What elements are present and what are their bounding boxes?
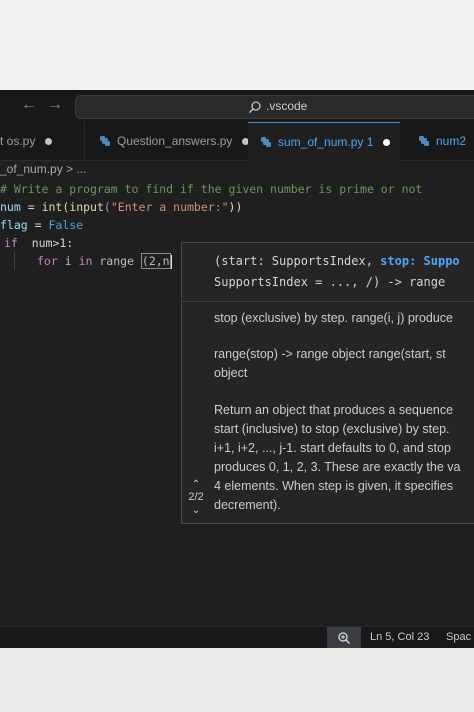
arrow-right-icon[interactable]: → xyxy=(47,96,63,114)
tab-bar: rt os.py Question_answers.py sum_of_num.… xyxy=(0,122,474,161)
tab-label: Question_answers.py xyxy=(117,134,233,148)
tab-label: rt os.py xyxy=(0,134,36,148)
title-bar: ← → .vscode xyxy=(0,90,474,122)
breadcrumb[interactable]: _of_num.py > ... xyxy=(0,161,86,179)
code-line-5: for i in range (2,n xyxy=(37,252,172,270)
token-paren: ( xyxy=(103,200,111,214)
token-keyword: if xyxy=(4,236,18,250)
zoom-icon xyxy=(338,632,350,644)
python-file-icon xyxy=(419,136,429,146)
token-var: num xyxy=(0,200,21,214)
active-parameter: stop: Suppo xyxy=(380,254,460,268)
command-center-search[interactable]: .vscode xyxy=(75,95,474,119)
zoom-button[interactable] xyxy=(327,627,361,648)
token-const: False xyxy=(48,218,84,232)
code-line-3: flag = False xyxy=(0,216,83,234)
command-center-label: .vscode xyxy=(266,99,308,113)
text-cursor xyxy=(170,254,172,269)
code-line-2: num = int(input("Enter a number:")) xyxy=(0,198,242,216)
tab-os-py[interactable]: rt os.py xyxy=(0,122,53,160)
python-file-icon xyxy=(100,136,110,146)
arrow-left-icon[interactable]: ← xyxy=(21,96,37,114)
code-line-4: if num>1: xyxy=(4,234,73,252)
signature-part: (start: SupportsIndex, xyxy=(214,254,381,268)
token-var: flag xyxy=(0,218,28,232)
doc-text: stop (exclusive) by step. range(i, j) pr… xyxy=(214,311,453,325)
overload-counter: 2/2 xyxy=(188,491,204,503)
unsaved-dot-icon xyxy=(383,138,391,146)
breadcrumb-separator: > xyxy=(66,161,74,176)
token-string: "Enter a number:" xyxy=(110,200,229,214)
indentation-setting[interactable]: Spac xyxy=(446,631,471,643)
editor-window: ← → .vscode rt os.py Question_answers.py xyxy=(0,90,474,648)
token-paren: )) xyxy=(228,200,243,214)
doc-text: Return an object that produces a sequenc… xyxy=(214,403,461,512)
search-icon xyxy=(249,101,261,113)
token-text: num>1: xyxy=(17,236,74,250)
bottom-margin xyxy=(0,648,474,712)
chevron-up-icon[interactable]: ⌃ xyxy=(182,479,210,490)
tab-label: sum_of_num.py 1 xyxy=(278,135,374,149)
overload-navigator: ⌃ 2/2 ⌄ xyxy=(182,479,210,516)
tab-sum-of-num-active[interactable]: sum_of_num.py 1 xyxy=(248,122,401,161)
token-keyword: for xyxy=(37,254,58,268)
python-file-icon xyxy=(261,137,271,147)
tab-question-answers[interactable]: Question_answers.py xyxy=(84,122,250,160)
signature-help-popup[interactable]: (start: SupportsIndex, stop: Suppo Suppo… xyxy=(181,242,474,524)
indent-guide xyxy=(14,252,15,270)
top-margin xyxy=(0,0,474,90)
status-bar: Ln 5, Col 23 Spac xyxy=(0,626,474,648)
token-keyword: in xyxy=(78,254,93,268)
tab-num2[interactable]: num2 xyxy=(418,122,466,160)
signature-text: (start: SupportsIndex, stop: Suppo Suppo… xyxy=(214,251,460,293)
token-func: int xyxy=(41,200,63,214)
breadcrumb-file[interactable]: _of_num.py xyxy=(0,162,63,176)
token-args: (2,n xyxy=(140,253,171,269)
comment-text: # Write a program to find if the given n… xyxy=(0,182,423,196)
doc-text: range(stop) -> range object range(start,… xyxy=(214,347,446,380)
token-op: = xyxy=(27,218,49,232)
token-var: i xyxy=(57,254,79,268)
token-func: range xyxy=(92,254,141,268)
signature-part: SupportsIndex = ..., /) -> range xyxy=(214,275,446,289)
cursor-position[interactable]: Ln 5, Col 23 xyxy=(370,631,429,643)
unsaved-dot-icon xyxy=(45,137,53,145)
chevron-down-icon[interactable]: ⌄ xyxy=(182,505,210,516)
token-op: = xyxy=(20,200,42,214)
code-line-1: # Write a program to find if the given n… xyxy=(0,180,422,198)
divider xyxy=(182,301,474,302)
breadcrumb-more[interactable]: ... xyxy=(76,162,86,176)
token-func: input xyxy=(69,200,104,214)
tab-label: num2 xyxy=(436,134,467,148)
